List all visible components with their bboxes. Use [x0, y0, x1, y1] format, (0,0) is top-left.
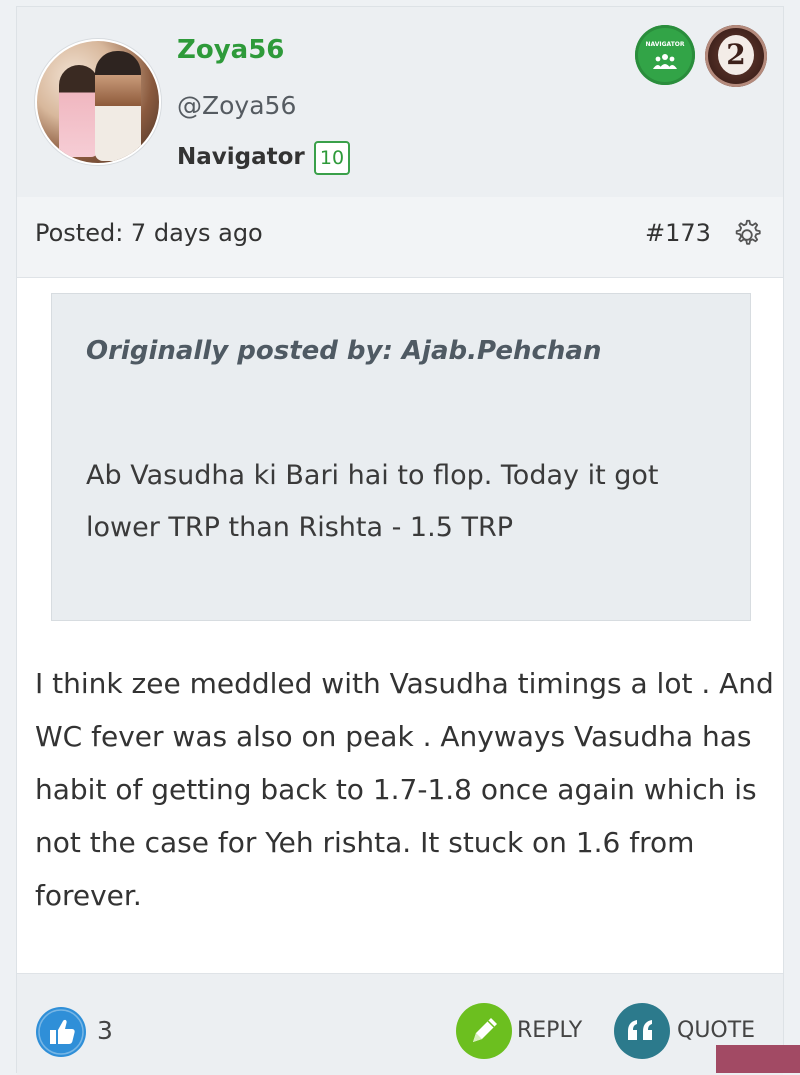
quote-marks-icon[interactable] [613, 1002, 671, 1060]
quote-text: Ab Vasudha ki Bari hai to flop. Today it… [86, 460, 659, 543]
thumbs-up-icon[interactable] [35, 1006, 87, 1058]
post-header: Zoya56 @Zoya56 Navigator 10 NAVIGATOR 2 [17, 7, 783, 198]
posted-time: Posted: 7 days ago [35, 219, 263, 247]
like-count: 3 [97, 1016, 113, 1045]
post-card: Zoya56 @Zoya56 Navigator 10 NAVIGATOR 2 … [16, 6, 784, 1075]
reply-button[interactable]: REPLY [517, 1018, 582, 1043]
quoted-post: Originally posted by: Ajab.Pehchan Ab Va… [51, 293, 751, 621]
post-footer: 3 REPLY QUOTE [17, 973, 783, 1075]
gear-icon[interactable] [729, 217, 765, 253]
username-link[interactable]: Zoya56 [177, 35, 284, 65]
level-2-badge-icon[interactable]: 2 [705, 25, 767, 87]
post-body: I think zee meddled with Vasudha timings… [35, 667, 774, 912]
level-2-badge-label: 2 [718, 35, 754, 75]
post-meta-bar: Posted: 7 days ago #173 [17, 197, 783, 278]
navigator-badge-label: NAVIGATOR [645, 41, 685, 48]
quote-button[interactable]: QUOTE [677, 1018, 755, 1043]
level-badge: 10 [314, 141, 350, 175]
navigator-badge-icon[interactable]: NAVIGATOR [635, 25, 695, 85]
avatar[interactable] [35, 39, 161, 165]
floating-corner-tab[interactable] [716, 1045, 800, 1073]
user-rank: Navigator [177, 144, 305, 170]
user-handle: @Zoya56 [177, 91, 297, 120]
quote-author[interactable]: Originally posted by: Ajab.Pehchan [86, 336, 601, 366]
reply-pencil-icon[interactable] [455, 1002, 513, 1060]
post-number-link[interactable]: #173 [645, 219, 711, 247]
